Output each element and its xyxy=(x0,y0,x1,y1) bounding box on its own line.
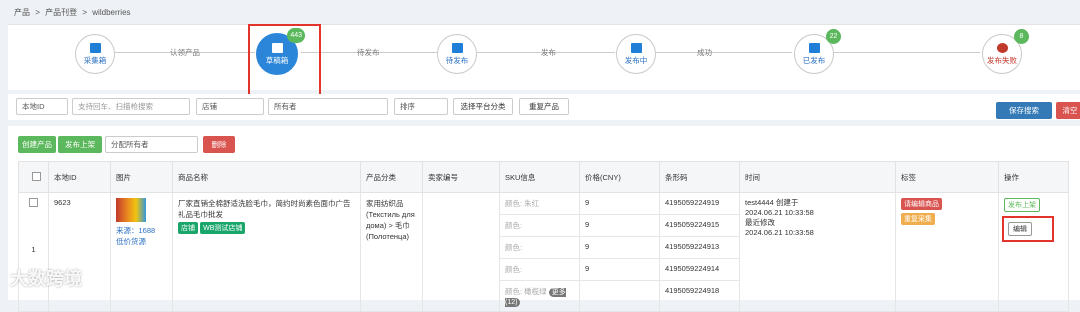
upload-icon xyxy=(630,42,642,53)
row-number: 1 xyxy=(31,245,36,254)
sort-select[interactable]: 排序 xyxy=(394,98,448,115)
sku-price: 9 xyxy=(579,192,660,215)
connector-label: 发布 xyxy=(541,48,556,57)
col-barcode: 条形码 xyxy=(659,161,740,193)
connector-line xyxy=(832,52,980,53)
sku-barcode: 4195059224915 xyxy=(659,214,740,237)
col-sku: SKU信息 xyxy=(499,161,580,193)
highlight-box xyxy=(248,24,321,99)
sku-price xyxy=(579,280,660,312)
low-price-link[interactable]: 低价货源 xyxy=(116,236,167,247)
col-local-id: 本地ID xyxy=(48,161,111,193)
breadcrumb-wildberries: wildberries xyxy=(92,8,131,17)
owner-select[interactable]: 所有者 xyxy=(268,98,388,115)
step-publishing[interactable]: 发布中 xyxy=(616,34,656,74)
wb-store-tag: WB测试店铺 xyxy=(200,222,246,234)
assign-owner-select[interactable]: 分配所有者 xyxy=(105,136,198,153)
edit-required-tag: 请编辑商品 xyxy=(901,198,942,210)
download-icon xyxy=(89,42,101,53)
created-date: 2024.06.21 10:33:58 xyxy=(745,208,814,217)
delete-button[interactable]: 删除 xyxy=(203,136,235,153)
eye-off-icon xyxy=(996,42,1008,53)
modified-label: 最近修改 xyxy=(745,218,775,227)
sku-barcode: 4195059224919 xyxy=(659,192,740,215)
breadcrumb-products[interactable]: 产品 xyxy=(14,8,30,17)
sku-price: 9 xyxy=(579,214,660,237)
create-product-button[interactable]: 创建产品 xyxy=(18,136,56,153)
table-row: 1 9623 来源：1688 低价货源 厂家直销全棉舒适洗脸毛巾，简约时尚素色面… xyxy=(18,192,1069,312)
col-price: 价格(CNY) xyxy=(579,161,660,193)
duplicate-products-select[interactable]: 重复产品 xyxy=(519,98,569,115)
col-category: 产品分类 xyxy=(360,161,423,193)
connector-label: 认领产品 xyxy=(170,48,200,57)
step-label: 发布失败 xyxy=(987,55,1017,65)
step-label: 发布中 xyxy=(624,55,648,65)
col-image: 图片 xyxy=(110,161,173,193)
store-select[interactable]: 店铺 xyxy=(196,98,264,115)
row-checkbox[interactable] xyxy=(29,198,38,207)
sku-barcode: 4195059224918 xyxy=(659,280,740,312)
select-all-checkbox[interactable] xyxy=(31,171,41,181)
step-collect-box[interactable]: 采集箱 xyxy=(75,34,115,74)
breadcrumb-listing[interactable]: 产品刊登 xyxy=(45,8,77,17)
clear-button[interactable]: 清空 xyxy=(1056,102,1080,119)
duplicate-tag: 重复采集 xyxy=(901,213,935,225)
step-pending[interactable]: 待发布 xyxy=(437,34,477,74)
sku-label: 颜色: xyxy=(499,214,580,237)
store-tag: 店铺 xyxy=(178,222,198,234)
table-header: 本地ID 图片 商品名称 产品分类 卖家编号 SKU信息 价格(CNY) 条形码… xyxy=(18,161,1069,193)
breadcrumb-sep: > xyxy=(35,8,40,17)
step-label: 已发布 xyxy=(802,55,826,65)
product-table: 本地ID 图片 商品名称 产品分类 卖家编号 SKU信息 价格(CNY) 条形码… xyxy=(18,161,1069,312)
connector-label: 成功 xyxy=(697,48,712,57)
col-tags: 标签 xyxy=(895,161,999,193)
edit-button[interactable]: 编辑 xyxy=(1008,222,1032,236)
breadcrumb: 产品 > 产品刊登 > wildberries xyxy=(14,7,134,18)
created-by: test4444 创建于 xyxy=(745,198,799,207)
sku-label: 颜色: xyxy=(499,236,580,259)
local-id-cell: 9623 xyxy=(48,192,111,312)
choose-platform-button[interactable]: 选择平台分类 xyxy=(453,98,513,115)
count-badge: 22 xyxy=(826,29,841,44)
modified-date: 2024.06.21 10:33:58 xyxy=(745,228,814,237)
step-label: 待发布 xyxy=(445,55,469,65)
sku-barcode: 4195059224913 xyxy=(659,236,740,259)
source-link[interactable]: 来源：1688 xyxy=(116,225,167,236)
count-badge: 8 xyxy=(1014,29,1029,44)
connector-label: 待发布 xyxy=(357,48,380,57)
publish-button[interactable]: 发布上架 xyxy=(58,136,102,153)
save-search-button[interactable]: 保存搜索 xyxy=(996,102,1052,119)
connector-line xyxy=(656,52,792,53)
seller-code-cell xyxy=(422,192,500,312)
sku-label: 颜色: 朱红 xyxy=(499,192,580,215)
sku-price: 9 xyxy=(579,236,660,259)
sku-barcode: 4195059224914 xyxy=(659,258,740,281)
folder-icon xyxy=(451,42,463,53)
send-icon xyxy=(808,42,820,53)
sku-price: 9 xyxy=(579,258,660,281)
local-id-select[interactable]: 本地ID xyxy=(16,98,68,115)
col-time: 时间 xyxy=(739,161,896,193)
sku-label: 颜色: 橄榄绿 xyxy=(505,287,547,296)
watermark-logo: 大数跨境 xyxy=(10,269,82,289)
search-input[interactable]: 支持回车、扫描枪搜索 xyxy=(72,98,190,115)
col-seller-code: 卖家编号 xyxy=(422,161,500,193)
col-actions: 操作 xyxy=(998,161,1069,193)
publish-link[interactable]: 发布上架 xyxy=(1004,198,1040,212)
product-name: 厂家直销全棉舒适洗脸毛巾，简约时尚素色面巾广告礼品毛巾批发 xyxy=(178,199,351,219)
col-product-name: 商品名称 xyxy=(172,161,361,193)
sku-label: 颜色: xyxy=(499,258,580,281)
step-published[interactable]: 已发布 22 xyxy=(794,29,841,74)
step-publish-failed[interactable]: 发布失败 8 xyxy=(982,29,1029,74)
breadcrumb-sep: > xyxy=(82,8,88,17)
product-thumbnail[interactable] xyxy=(116,198,146,222)
category-cell: 家用纺织品 (Текстиль для дома) > 毛巾 (Полотенц… xyxy=(360,192,423,312)
step-label: 采集箱 xyxy=(83,55,107,65)
